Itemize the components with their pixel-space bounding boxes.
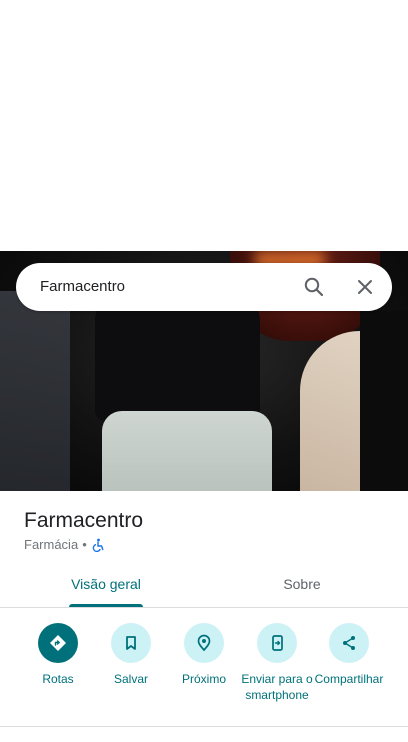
send-to-phone-button[interactable]: Enviar para o smartphone bbox=[239, 623, 315, 703]
directions-label: Rotas bbox=[42, 672, 74, 686]
share-button[interactable]: Compartilhar bbox=[311, 623, 387, 687]
send-to-phone-icon bbox=[257, 623, 297, 663]
nearby-button[interactable]: Próximo bbox=[166, 623, 242, 687]
directions-icon bbox=[38, 623, 78, 663]
send-to-phone-label: Enviar para o smartphone bbox=[241, 672, 313, 702]
place-subtitle: Farmácia • bbox=[24, 537, 105, 552]
save-button[interactable]: Salvar bbox=[93, 623, 169, 687]
photo-wall bbox=[0, 291, 70, 491]
place-name: Farmacentro bbox=[24, 509, 144, 532]
tab-about[interactable]: Sobre bbox=[262, 565, 342, 607]
directions-button[interactable]: Rotas bbox=[20, 623, 96, 687]
close-icon[interactable] bbox=[353, 275, 377, 299]
tab-overview[interactable]: Visão geral bbox=[58, 565, 154, 607]
active-tab-indicator bbox=[69, 604, 143, 607]
tab-about-label: Sobre bbox=[283, 576, 321, 592]
share-icon bbox=[329, 623, 369, 663]
photo-dark-area bbox=[360, 311, 408, 491]
blank-map-area bbox=[0, 0, 408, 251]
search-bar[interactable]: Farmacentro bbox=[16, 263, 392, 311]
tab-overview-label: Visão geral bbox=[71, 576, 141, 592]
wheelchair-icon bbox=[91, 538, 105, 552]
nearby-label: Próximo bbox=[181, 672, 226, 686]
separator-dot: • bbox=[82, 537, 87, 552]
search-input[interactable]: Farmacentro bbox=[40, 263, 125, 311]
photo-person-skirt bbox=[102, 411, 272, 491]
nearby-icon bbox=[184, 623, 224, 663]
tab-bar: Visão geral Sobre bbox=[0, 565, 408, 608]
save-label: Salvar bbox=[113, 672, 148, 686]
share-label: Compartilhar bbox=[314, 672, 384, 686]
bookmark-icon bbox=[111, 623, 151, 663]
search-icon[interactable] bbox=[302, 275, 326, 299]
action-bar: Rotas Salvar Próximo Enviar para o smart… bbox=[0, 609, 408, 727]
place-category: Farmácia bbox=[24, 537, 79, 552]
